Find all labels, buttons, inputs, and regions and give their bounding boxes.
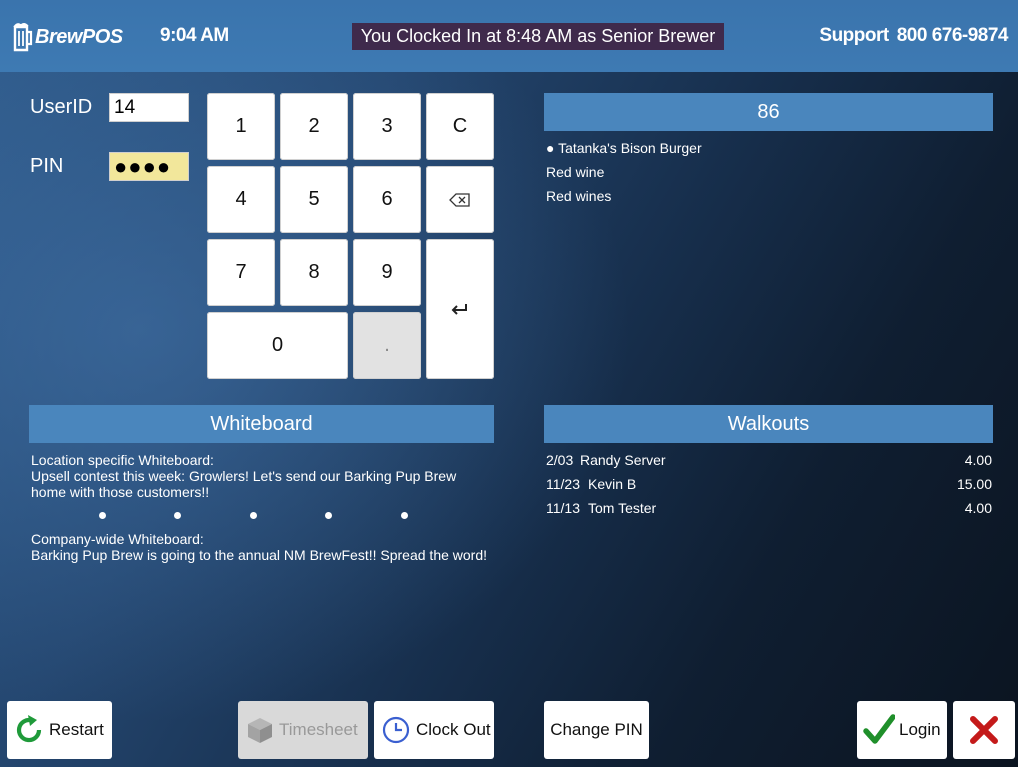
keypad-backspace-button[interactable]	[426, 166, 494, 233]
restart-label: Restart	[49, 720, 104, 739]
list-item: Red wines	[546, 188, 612, 204]
walkouts-header: Walkouts	[544, 405, 993, 443]
support-label: Support	[819, 25, 889, 46]
change-pin-label: Change PIN	[550, 720, 643, 739]
walkout-name: Kevin B	[588, 476, 637, 492]
logo-text: BrewPOS	[35, 25, 123, 48]
walkout-date: 2/03	[546, 452, 574, 468]
cancel-button[interactable]	[953, 701, 1015, 759]
support-phone: 800 676-9874	[896, 25, 1009, 46]
eighty-six-list: ● Tatanka's Bison Burger Red wine Red wi…	[546, 140, 702, 212]
timesheet-label: Timesheet	[279, 720, 358, 739]
keypad-enter-button[interactable]	[426, 239, 494, 379]
keypad-6-button[interactable]: 6	[353, 166, 421, 233]
keypad-9-button[interactable]: 9	[353, 239, 421, 306]
restart-button[interactable]: Restart	[7, 701, 112, 759]
change-pin-button[interactable]: Change PIN	[544, 701, 649, 759]
keypad-3-button[interactable]: 3	[353, 93, 421, 160]
login-button[interactable]: Login	[857, 701, 947, 759]
timesheet-button[interactable]: Timesheet	[238, 701, 368, 759]
keypad-4-button[interactable]: 4	[207, 166, 275, 233]
clock-in-status-banner: You Clocked In at 8:48 AM as Senior Brew…	[352, 23, 724, 50]
company-whiteboard-heading: Company-wide Whiteboard:	[31, 531, 204, 547]
walkout-date: 11/13	[546, 500, 580, 516]
location-whiteboard-heading: Location specific Whiteboard:	[31, 452, 214, 468]
pin-input[interactable]: ●●●●	[109, 152, 189, 181]
walkout-date: 11/23	[546, 476, 580, 492]
clock-icon	[382, 716, 410, 744]
restart-icon	[16, 715, 42, 743]
walkout-name: Tom Tester	[588, 500, 657, 516]
userid-input[interactable]: 14	[109, 93, 189, 122]
keypad-1-button[interactable]: 1	[207, 93, 275, 160]
keypad-decimal-button[interactable]: .	[353, 312, 421, 379]
location-whiteboard-message: Upsell contest this week: Growlers! Let'…	[31, 468, 457, 500]
table-row: 2/03 Randy Server 4.00	[546, 452, 992, 472]
close-icon	[970, 716, 998, 744]
keypad-0-button[interactable]: 0	[207, 312, 348, 379]
whiteboard-divider	[31, 509, 486, 521]
clock-out-label: Clock Out	[416, 720, 491, 739]
whiteboard-location-section: Location specific Whiteboard: Upsell con…	[31, 452, 476, 500]
keypad-2-button[interactable]: 2	[280, 93, 348, 160]
brewpos-logo: BrewPOS	[12, 18, 123, 56]
keypad-clear-button[interactable]: C	[426, 93, 494, 160]
current-time: 9:04 AM	[160, 25, 229, 46]
checkmark-icon	[863, 714, 895, 744]
header-bar: BrewPOS 9:04 AM You Clocked In at 8:48 A…	[0, 0, 1018, 72]
eighty-six-header: 86	[544, 93, 993, 131]
keypad-7-button[interactable]: 7	[207, 239, 275, 306]
walkout-amount: 4.00	[964, 452, 992, 468]
beer-mug-icon	[13, 23, 33, 52]
list-item: ● Tatanka's Bison Burger	[546, 140, 702, 156]
walkout-name: Randy Server	[580, 452, 666, 468]
walkout-amount: 15.00	[956, 476, 992, 492]
whiteboard-company-section: Company-wide Whiteboard: Barking Pup Bre…	[31, 531, 501, 563]
support-info: Support 800 676-9874	[819, 25, 1008, 47]
pin-label: PIN	[30, 155, 64, 177]
enter-icon	[451, 304, 467, 315]
list-item: Red wine	[546, 164, 605, 180]
table-row: 11/13 Tom Tester 4.00	[546, 500, 992, 520]
company-whiteboard-message: Barking Pup Brew is going to the annual …	[31, 547, 488, 563]
backspace-icon	[449, 192, 470, 207]
keypad-5-button[interactable]: 5	[280, 166, 348, 233]
timesheet-box-icon	[248, 718, 272, 743]
keypad-8-button[interactable]: 8	[280, 239, 348, 306]
whiteboard-header: Whiteboard	[29, 405, 494, 443]
login-label: Login	[899, 720, 941, 739]
walkout-amount: 4.00	[964, 500, 992, 516]
userid-label: UserID	[30, 96, 93, 118]
table-row: 11/23 Kevin B 15.00	[546, 476, 992, 496]
clock-out-button[interactable]: Clock Out	[374, 701, 494, 759]
